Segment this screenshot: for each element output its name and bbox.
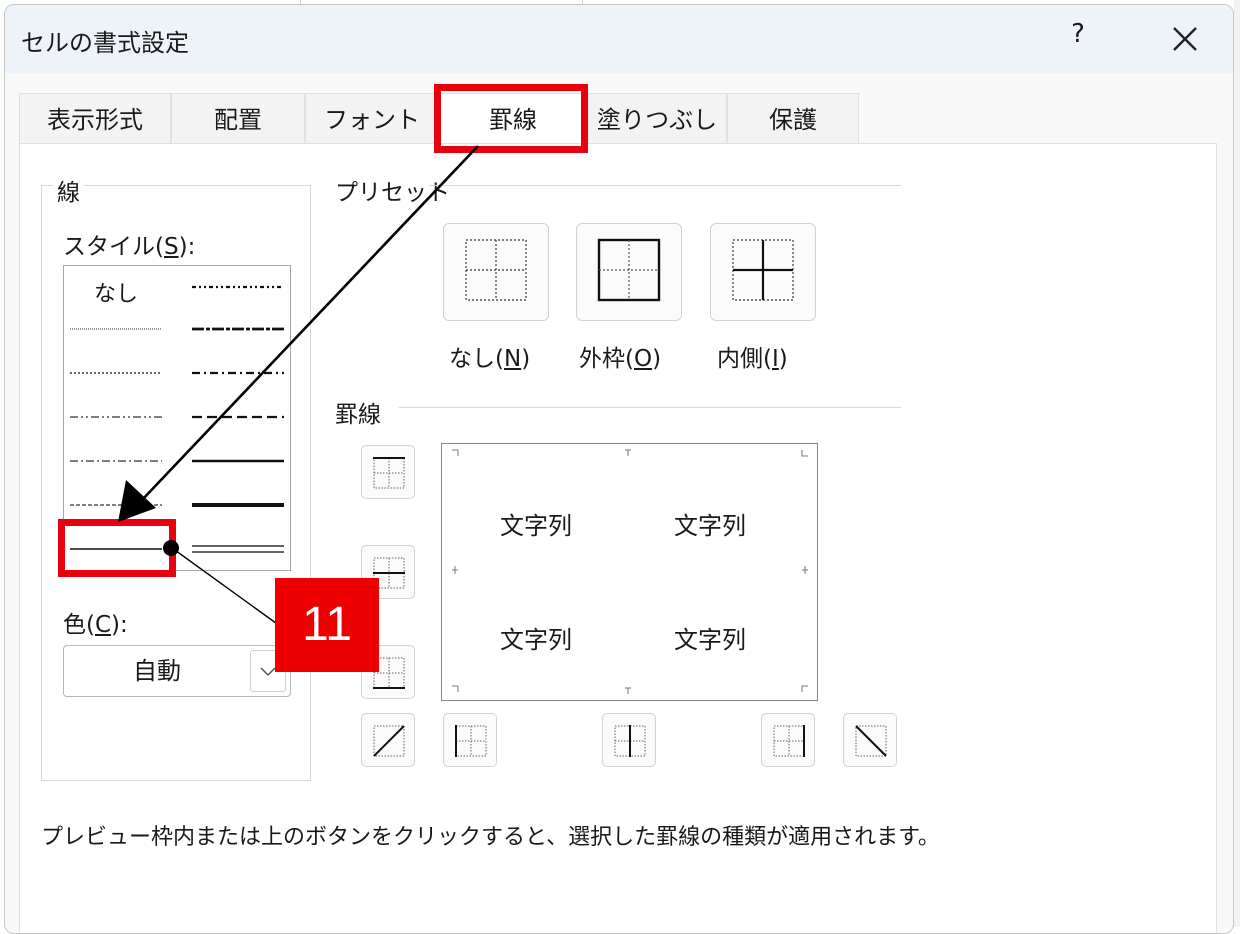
style-slant-dash-dot[interactable] [192,318,290,340]
preset-inside-icon [732,239,794,301]
border-right-button[interactable] [761,713,815,767]
border-right-icon [773,725,805,757]
tab-font[interactable]: フォント [305,93,439,145]
presets-title: プリセット [335,180,450,206]
style-label: スタイル(S): [63,234,196,260]
color-dropdown[interactable]: 自動 [63,645,291,697]
tab-fill[interactable]: 塗りつぶし [587,93,727,145]
style-hairline[interactable] [70,318,168,340]
preset-outline-button[interactable] [576,223,682,321]
presets-separator [429,185,901,186]
format-cells-dialog: セルの書式設定 ? 表示形式 配置 フォント 罫線 塗りつぶし 保護 線 スタイ… [4,4,1234,934]
border-left-icon [455,725,487,757]
style-dashed-medium[interactable] [192,406,290,428]
style-dash-dot-thin[interactable] [70,450,168,472]
preview-text-top-left: 文字列 [500,512,572,540]
tab-protection[interactable]: 保護 [727,93,859,145]
border-diagonal-up-button[interactable] [361,713,415,767]
preset-none-icon [465,239,527,301]
close-button[interactable] [1165,19,1205,59]
diagonal-up-icon [373,725,405,757]
color-label: 色(C): [63,612,128,638]
title-bar: セルの書式設定 ? [5,5,1233,73]
preview-text-bottom-right: 文字列 [674,626,746,654]
border-inside-horizontal-icon [373,557,405,589]
preset-none-button[interactable] [443,223,549,321]
style-dash-dot-medium[interactable] [192,362,290,384]
preset-outline-icon [597,238,661,302]
chevron-down-icon [260,667,276,677]
line-style-list[interactable]: なし [63,265,291,571]
style-dash-dot-dot-medium[interactable] [192,276,290,298]
border-inside-vertical-button[interactable] [602,713,656,767]
preview-text-top-right: 文字列 [674,512,746,540]
preset-outline-label: 外枠(O) [579,346,662,372]
preset-inside-button[interactable] [710,223,816,321]
preview-text-bottom-left: 文字列 [500,626,572,654]
tab-alignment[interactable]: 配置 [171,93,305,145]
preset-inside-label: 内側(I) [717,346,788,372]
help-button[interactable]: ? [1063,19,1093,55]
style-none-label[interactable]: なし [94,276,138,308]
borders-separator [399,407,901,408]
close-icon [1173,27,1197,51]
style-dotted[interactable] [70,362,168,384]
style-dash-dot-dot-thin[interactable] [70,406,168,428]
border-top-icon [373,457,405,489]
border-left-button[interactable] [443,713,497,767]
tab-number-format[interactable]: 表示形式 [19,93,171,145]
border-inside-vertical-icon [614,725,646,757]
diagonal-down-icon [855,725,887,757]
preview-corner-marks [452,449,808,694]
border-diagonal-down-button[interactable] [843,713,897,767]
style-thick-solid[interactable] [192,494,290,516]
style-double[interactable] [192,538,290,560]
border-bottom-icon [373,657,405,689]
border-preview-area[interactable]: 文字列 文字列 文字列 文字列 [441,443,818,701]
color-dropdown-arrow[interactable] [250,650,286,692]
dialog-title: セルの書式設定 [21,29,189,57]
color-value: 自動 [133,657,181,685]
line-group-title: 線 [53,173,84,207]
tab-border[interactable]: 罫線 [439,93,587,147]
style-medium-solid[interactable] [192,450,290,472]
style-thin-solid[interactable] [70,538,168,560]
border-top-button[interactable] [361,445,415,499]
help-footnote: プレビュー枠内または上のボタンをクリックすると、選択した罫線の種類が適用されます… [41,825,940,850]
preset-none-label: なし(N) [449,346,531,372]
border-bottom-button[interactable] [361,645,415,699]
border-inside-horizontal-button[interactable] [361,545,415,599]
borders-title: 罫線 [335,402,381,428]
style-dashed-thin[interactable] [70,494,168,516]
